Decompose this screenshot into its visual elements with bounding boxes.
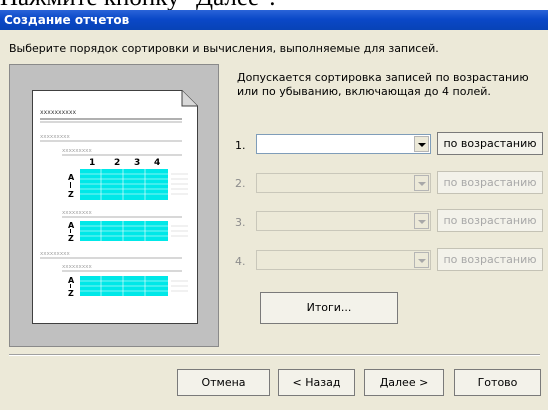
- cancel-button[interactable]: Отмена: [177, 369, 270, 396]
- sort-field-4-select[interactable]: [256, 250, 431, 270]
- sort-field-1-select[interactable]: [256, 134, 431, 154]
- window-title: Создание отчетов: [0, 10, 548, 30]
- chevron-down-icon[interactable]: [414, 175, 429, 191]
- report-preview-image: xxxxxxxxxx xxxxxxxxx xxxxxxxxx 1 2 3 4 A…: [32, 90, 198, 324]
- sort-hint-text: Допускается сортировка записей по возрас…: [237, 71, 529, 98]
- separator: [9, 354, 540, 356]
- preview-column-number: 1: [89, 158, 95, 168]
- preview-sort-letter: A: [68, 276, 75, 285]
- sort-row-3-number: 3.: [235, 216, 246, 229]
- preview-group-text: xxxxxxxxx: [40, 251, 70, 257]
- chevron-down-icon[interactable]: [414, 213, 429, 229]
- wizard-subtitle: Выберите порядок сортировки и вычисления…: [9, 42, 439, 55]
- sort-order-3-button[interactable]: по возрастанию: [437, 209, 543, 232]
- preview-sort-letter: A: [68, 221, 75, 230]
- preview-sort-letter: Z: [68, 289, 74, 298]
- report-wizard-window: Создание отчетов Выберите порядок сортир…: [0, 10, 548, 410]
- preview-group-text: xxxxxxxxx: [62, 210, 92, 216]
- sort-order-4-button[interactable]: по возрастанию: [437, 248, 543, 271]
- preview-sort-letter: A: [68, 173, 75, 182]
- finish-button[interactable]: Готово: [454, 369, 541, 396]
- sort-row-2-number: 2.: [235, 177, 246, 190]
- preview-title-text: xxxxxxxxxx: [40, 109, 77, 116]
- sort-field-3-select[interactable]: [256, 211, 431, 231]
- sort-row-4-number: 4.: [235, 255, 246, 268]
- preview-group-text: xxxxxxxxx: [62, 264, 92, 270]
- chevron-down-icon[interactable]: [414, 252, 429, 268]
- preview-column-number: 3: [134, 158, 140, 168]
- document-caption: Нажмите кнопку "Далее".: [0, 0, 548, 10]
- chevron-down-icon[interactable]: [414, 136, 429, 152]
- preview-column-number: 4: [154, 158, 160, 168]
- preview-sort-letter: Z: [68, 190, 74, 199]
- preview-panel: xxxxxxxxxx xxxxxxxxx xxxxxxxxx 1 2 3 4 A…: [9, 64, 219, 347]
- sort-row-1-number: 1.: [235, 139, 246, 152]
- sort-order-1-button[interactable]: по возрастанию: [437, 132, 543, 155]
- back-button[interactable]: < Назад: [278, 369, 355, 396]
- sort-field-2-select[interactable]: [256, 173, 431, 193]
- totals-button[interactable]: Итоги...: [260, 292, 398, 324]
- preview-group-text: xxxxxxxxx: [40, 134, 70, 140]
- preview-column-number: 2: [114, 158, 120, 168]
- sort-order-2-button[interactable]: по возрастанию: [437, 171, 543, 194]
- next-button[interactable]: Далее >: [364, 369, 444, 396]
- preview-group-text: xxxxxxxxx: [62, 148, 92, 154]
- preview-sort-letter: Z: [68, 234, 74, 243]
